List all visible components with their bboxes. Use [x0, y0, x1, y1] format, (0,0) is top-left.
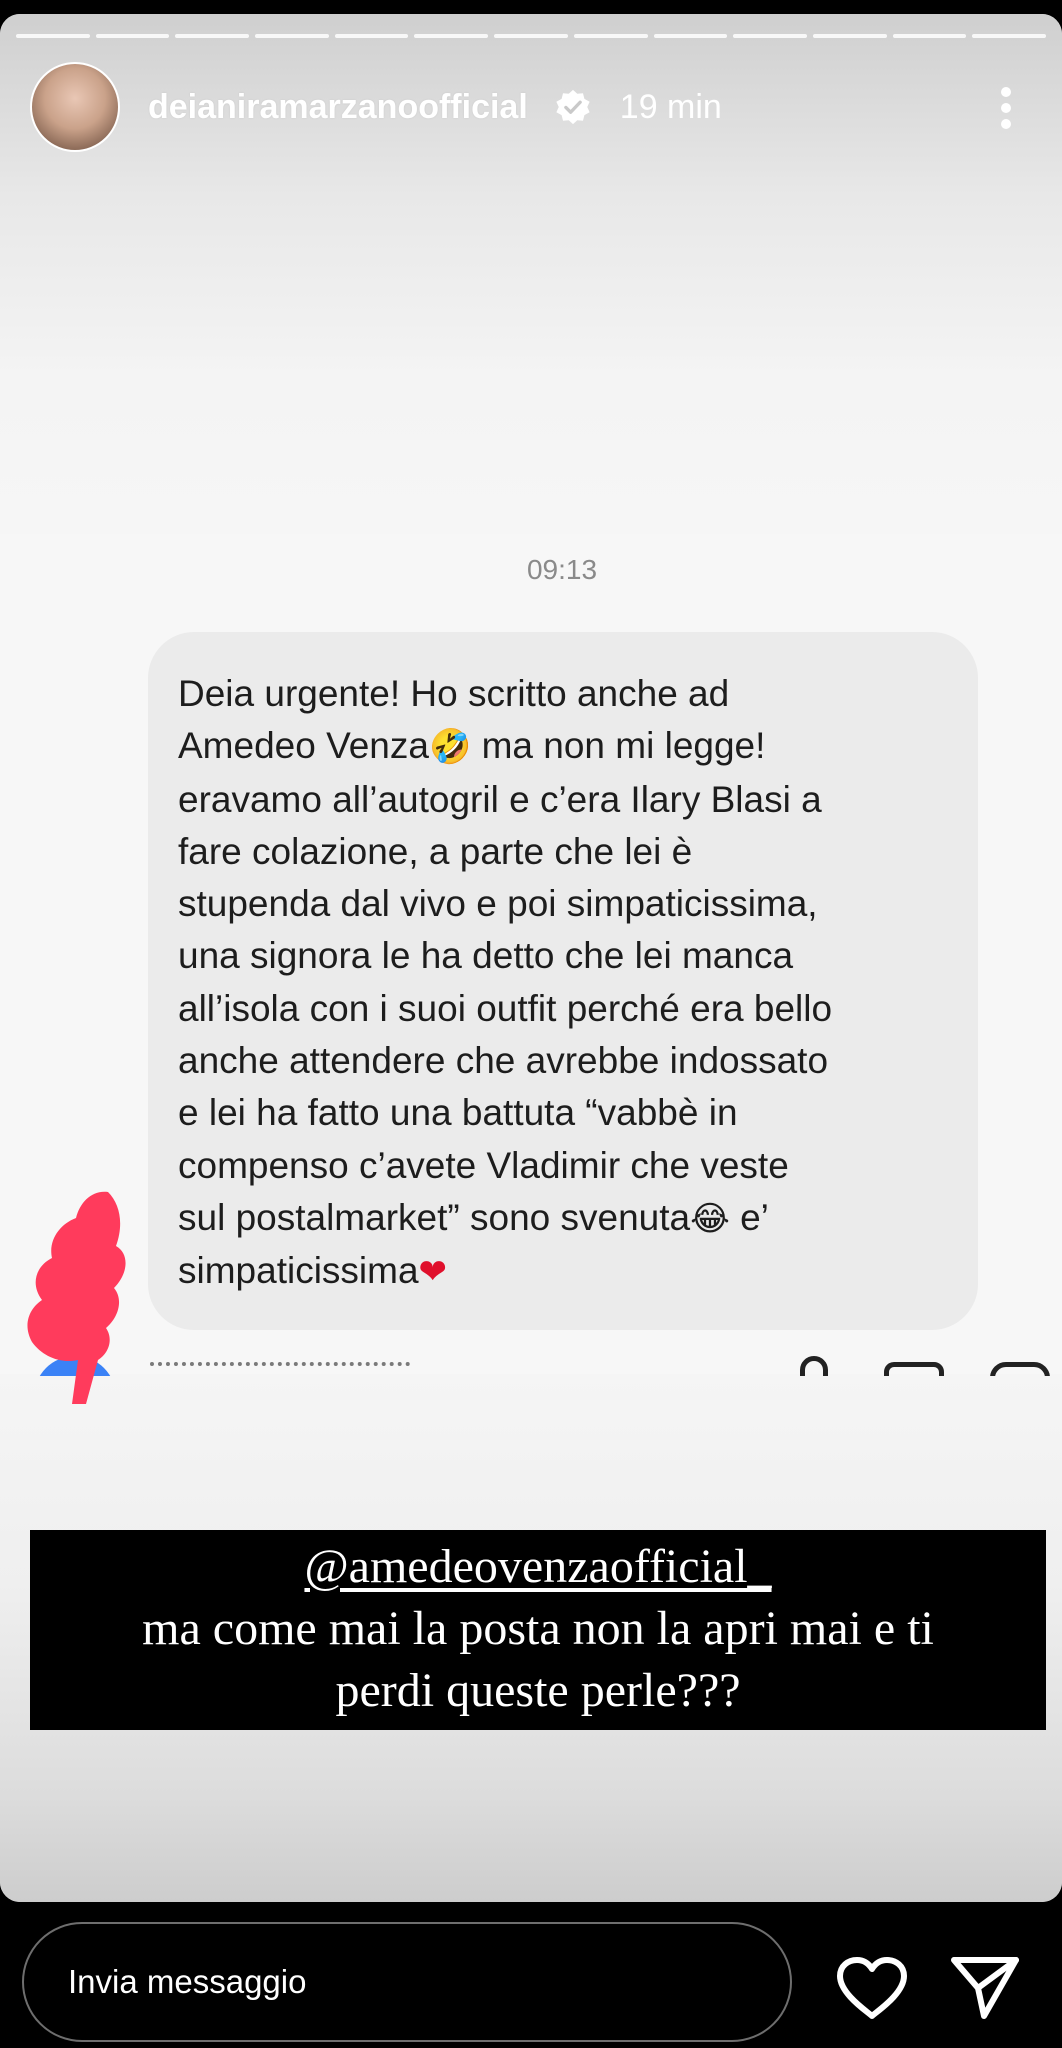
sticker-icon	[990, 1362, 1050, 1376]
send-message-input[interactable]: Invia messaggio	[22, 1922, 792, 2042]
message-line: Deia urgente! Ho scritto anche ad	[178, 673, 730, 714]
progress-segment	[95, 34, 170, 38]
story-progress-bar	[16, 34, 1046, 38]
caption-line: perdi queste perle???	[335, 1664, 741, 1717]
heart-like-icon[interactable]	[836, 1956, 908, 2020]
progress-segment	[653, 34, 728, 38]
verified-badge-icon	[556, 89, 590, 125]
caption-line: ma come mai la posta non la apri mai e t…	[142, 1602, 934, 1655]
red-scribble-redaction	[27, 1191, 126, 1404]
progress-segment	[892, 34, 967, 38]
caption-mention[interactable]: @amedeovenzaofficial_	[30, 1536, 1046, 1598]
message-line: sul postalmarket” sono svenuta😂 e’	[178, 1196, 769, 1239]
message-line: Amedeo Venza🤣 ma non mi legge!	[178, 725, 766, 768]
tears-of-joy-emoji-icon: 😂	[690, 1198, 730, 1239]
post-time: 19 min	[619, 87, 722, 126]
send-direct-icon[interactable]	[950, 1954, 1020, 2020]
progress-segment	[972, 34, 1046, 38]
message-line: e lei ha fatto una battuta “vabbè in	[178, 1092, 738, 1134]
more-options-icon[interactable]	[1000, 86, 1012, 130]
red-heart-emoji-icon: ❤	[418, 1252, 448, 1293]
story-header: deianiramarzanoofficial 19 min	[30, 62, 1032, 152]
message-line: una signora le ha detto che lei manca	[178, 935, 794, 977]
message-timestamp: 09:13	[526, 554, 598, 585]
message-bubble: Deia urgente! Ho scritto anche ad Amedeo…	[148, 632, 978, 1330]
progress-segment	[175, 34, 250, 38]
progress-segment	[812, 34, 887, 38]
progress-segment	[334, 34, 409, 38]
progress-segment	[16, 34, 90, 38]
progress-segment	[573, 34, 648, 38]
message-line: stupenda dal vivo e poi simpaticissima,	[178, 883, 818, 925]
rofl-emoji-icon: 🤣	[428, 727, 472, 768]
progress-segment	[255, 34, 329, 38]
story-frame[interactable]: deianiramarzanoofficial 19 min 09:13 Dei…	[0, 14, 1062, 1902]
story-caption: @amedeovenzaofficial_ ma come mai la pos…	[30, 1530, 1046, 1730]
username[interactable]: deianiramarzanoofficial	[148, 88, 528, 127]
progress-segment	[494, 34, 568, 38]
message-line: simpaticissima❤	[178, 1250, 448, 1293]
message-line: eravamo all’autogril e c’era Ilary Blasi…	[178, 778, 822, 820]
progress-segment	[733, 34, 807, 38]
cropped-placeholder	[150, 1362, 410, 1374]
message-line: anche attendere che avrebbe indossato	[178, 1040, 829, 1082]
message-line: all’isola con i suoi outfit perché era b…	[178, 987, 833, 1029]
progress-segment	[414, 34, 489, 38]
microphone-icon	[800, 1356, 828, 1376]
cropped-dm-composer	[0, 1336, 1062, 1376]
message-line: fare colazione, a parte che lei è	[178, 830, 693, 872]
avatar[interactable]	[30, 62, 120, 152]
message-line: compenso c’avete Vladimir che veste	[178, 1144, 789, 1186]
gallery-icon	[884, 1362, 944, 1376]
story-footer: Invia messaggio	[0, 1902, 1062, 2048]
